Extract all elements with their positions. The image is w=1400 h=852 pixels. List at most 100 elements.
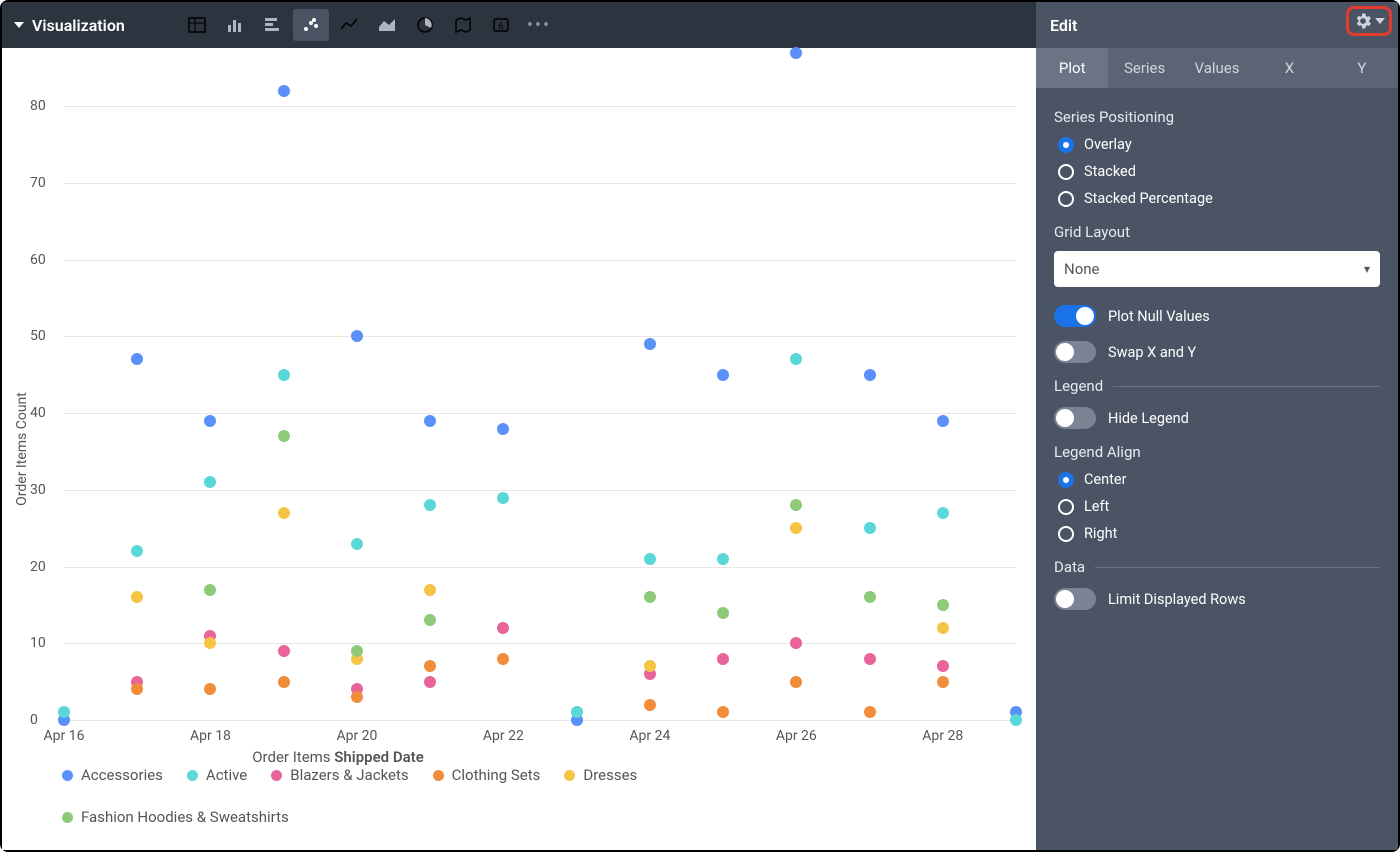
data-point[interactable] [937,622,949,634]
legend-item[interactable]: Active [187,766,247,784]
data-point[interactable] [278,507,290,519]
data-point[interactable] [790,522,802,534]
viz-type-single[interactable]: 6 [483,9,519,41]
data-point[interactable] [204,415,216,427]
data-point[interactable] [278,430,290,442]
data-point[interactable] [937,599,949,611]
hide-legend-toggle[interactable] [1054,407,1096,429]
data-point[interactable] [131,591,143,603]
data-point[interactable] [864,591,876,603]
legend-item[interactable]: Clothing Sets [433,766,541,784]
data-point[interactable] [790,47,802,59]
viz-type-area[interactable] [369,9,405,41]
data-point[interactable] [424,584,436,596]
tab-series[interactable]: Series [1108,48,1180,88]
data-point[interactable] [278,676,290,688]
data-point[interactable] [1010,714,1022,726]
legend-item[interactable]: Dresses [564,766,637,784]
data-point[interactable] [424,614,436,626]
legend-item[interactable]: Accessories [62,766,163,784]
data-point[interactable] [278,369,290,381]
data-point[interactable] [497,622,509,634]
radio-label: Stacked [1084,163,1136,180]
data-point[interactable] [644,591,656,603]
data-point[interactable] [278,645,290,657]
data-point[interactable] [497,653,509,665]
tab-plot[interactable]: Plot [1036,48,1108,88]
grid-layout-select[interactable]: None ▾ [1054,251,1380,287]
legend-item[interactable]: Blazers & Jackets [271,766,408,784]
tab-values[interactable]: Values [1181,48,1253,88]
viz-type-bar[interactable] [255,9,291,41]
visualization-title[interactable]: Visualization [14,16,125,35]
data-point[interactable] [717,653,729,665]
data-point[interactable] [131,353,143,365]
data-point[interactable] [497,423,509,435]
data-point[interactable] [424,415,436,427]
data-point[interactable] [351,645,363,657]
data-point[interactable] [204,637,216,649]
legend-swatch [62,812,73,823]
limit-rows-toggle[interactable] [1054,588,1096,610]
data-point[interactable] [204,584,216,596]
viz-type-table[interactable] [179,9,215,41]
series-positioning-option-overlay[interactable]: Overlay [1058,136,1380,153]
data-point[interactable] [937,415,949,427]
legend-align-option-right[interactable]: Right [1058,525,1380,542]
data-point[interactable] [717,553,729,565]
viz-type-column[interactable] [217,9,253,41]
data-point[interactable] [644,660,656,672]
legend-align-option-left[interactable]: Left [1058,498,1380,515]
data-point[interactable] [204,683,216,695]
data-point[interactable] [864,653,876,665]
viz-type-map[interactable] [445,9,481,41]
data-point[interactable] [644,699,656,711]
data-point[interactable] [717,369,729,381]
tab-y[interactable]: Y [1326,48,1398,88]
settings-gear-button[interactable] [1346,6,1392,36]
data-point[interactable] [937,676,949,688]
data-point[interactable] [864,369,876,381]
data-point[interactable] [351,691,363,703]
data-point[interactable] [131,683,143,695]
data-point[interactable] [131,545,143,557]
data-point[interactable] [571,706,583,718]
data-point[interactable] [644,338,656,350]
radio-icon [1058,499,1074,515]
limit-rows-label: Limit Displayed Rows [1108,591,1246,608]
data-point[interactable] [424,499,436,511]
data-point[interactable] [717,607,729,619]
viz-type-line[interactable] [331,9,367,41]
data-point[interactable] [58,706,70,718]
data-point[interactable] [424,676,436,688]
data-point[interactable] [424,660,436,672]
plot-null-toggle[interactable] [1054,305,1096,327]
data-point[interactable] [864,522,876,534]
more-icon[interactable]: ••• [527,15,551,36]
viz-type-scatter[interactable] [293,9,329,41]
radio-icon [1058,191,1074,207]
data-point[interactable] [937,660,949,672]
data-point[interactable] [351,330,363,342]
data-point[interactable] [864,706,876,718]
tab-x[interactable]: X [1253,48,1325,88]
radio-label: Stacked Percentage [1084,190,1213,207]
legend-item[interactable]: Fashion Hoodies & Sweatshirts [62,808,289,826]
data-point[interactable] [790,353,802,365]
series-positioning-option-stacked[interactable]: Stacked [1058,163,1380,180]
legend-align-option-center[interactable]: Center [1058,471,1380,488]
swap-xy-toggle[interactable] [1054,341,1096,363]
data-point[interactable] [717,706,729,718]
data-point[interactable] [644,553,656,565]
data-point[interactable] [204,476,216,488]
data-point[interactable] [278,85,290,97]
data-point[interactable] [790,499,802,511]
data-point[interactable] [351,538,363,550]
data-point[interactable] [790,676,802,688]
data-point[interactable] [790,637,802,649]
data-point[interactable] [497,492,509,504]
series-positioning-option-stacked-percentage[interactable]: Stacked Percentage [1058,190,1380,207]
radio-label: Center [1084,471,1126,488]
viz-type-pie[interactable] [407,9,443,41]
data-point[interactable] [937,507,949,519]
